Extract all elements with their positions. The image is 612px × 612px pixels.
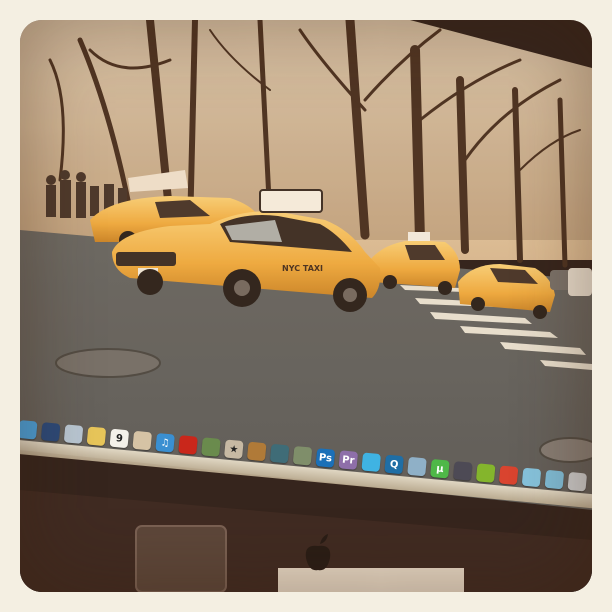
dashboard-icon[interactable]	[40, 422, 61, 442]
notes-icon[interactable]	[86, 426, 107, 447]
twitter-icon[interactable]	[361, 452, 382, 473]
textmate-icon[interactable]	[452, 461, 473, 481]
photo-booth-icon[interactable]	[178, 435, 198, 455]
garageband-icon[interactable]	[246, 441, 267, 462]
imovie-icon[interactable]: ★	[224, 439, 244, 460]
chrome-icon[interactable]	[498, 465, 519, 486]
mail-icon[interactable]	[63, 424, 84, 444]
premiere-icon[interactable]: Pr	[338, 450, 359, 470]
folder-icon[interactable]	[521, 467, 542, 488]
photo-frame: NYC TAXI 9 ♫ ★ Ps Pr Qµ	[20, 20, 592, 592]
spotify-icon[interactable]	[475, 463, 496, 483]
finder-icon[interactable]	[20, 419, 38, 440]
quicktime-icon[interactable]: Q	[384, 454, 404, 475]
photoshop-icon[interactable]: Ps	[315, 448, 336, 468]
iphoto-icon[interactable]	[201, 437, 221, 457]
itunes-icon[interactable]: ♫	[155, 432, 175, 453]
preview-icon[interactable]	[132, 430, 153, 451]
downloads-icon[interactable]	[544, 469, 565, 490]
time-machine-icon[interactable]	[269, 443, 290, 464]
calendar-icon[interactable]: 9	[109, 428, 130, 449]
xcode-icon[interactable]	[407, 456, 427, 477]
trash-icon[interactable]	[567, 471, 588, 492]
utorrent-icon[interactable]: µ	[430, 458, 450, 479]
facetime-icon[interactable]	[292, 445, 313, 466]
